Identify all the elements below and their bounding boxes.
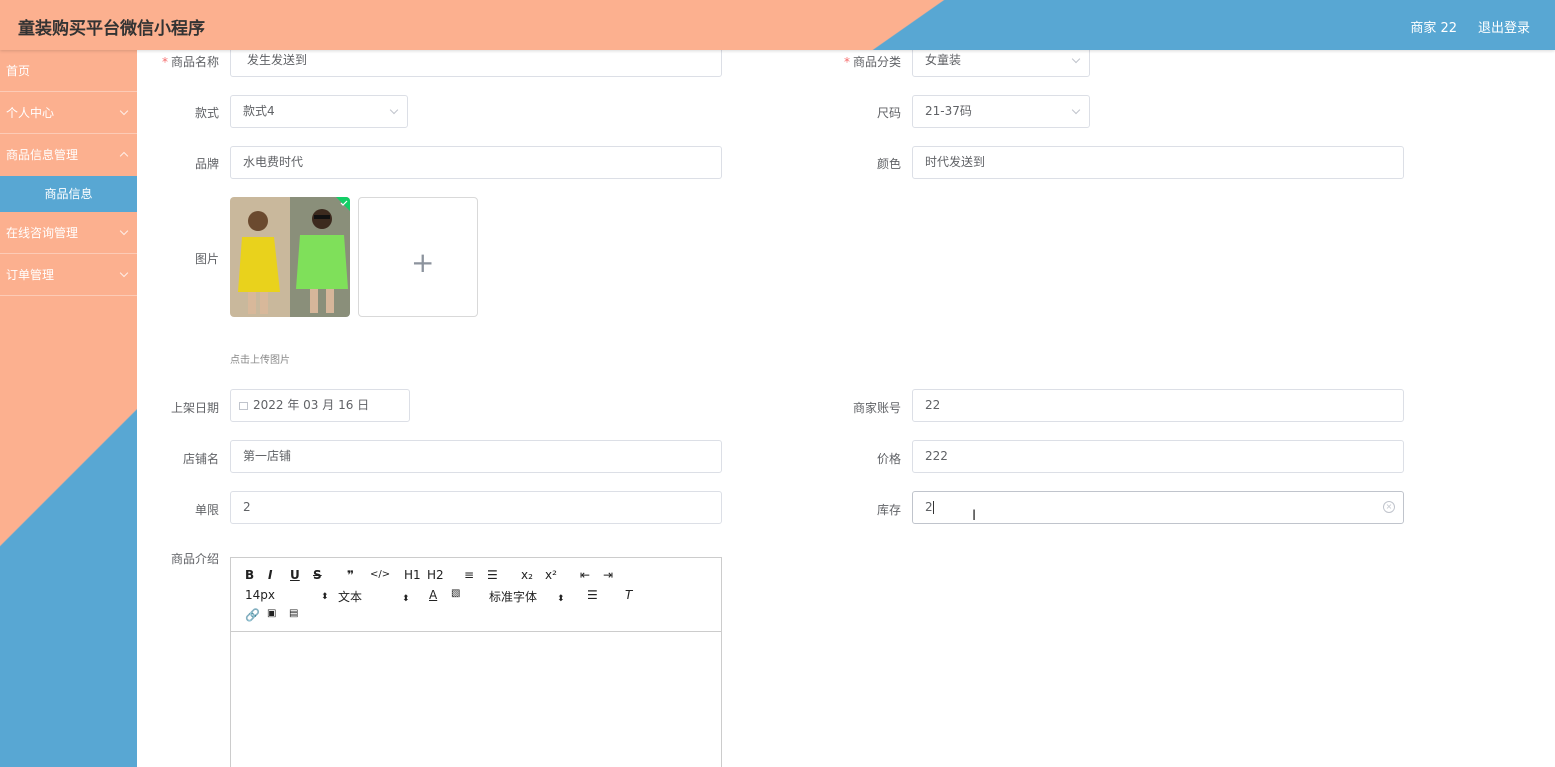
bold-button[interactable]: B: [245, 568, 254, 582]
plus-icon: +: [411, 246, 435, 279]
shop-name-input[interactable]: 第一店铺: [230, 440, 722, 473]
font-size-select[interactable]: 14px ⬍: [245, 588, 329, 602]
merchant-account-input[interactable]: 22: [912, 389, 1404, 422]
italic-button[interactable]: I: [268, 568, 272, 582]
sidebar-item-label: 在线咨询管理: [6, 226, 79, 240]
chevron-down-icon: [389, 105, 399, 115]
video-icon[interactable]: ▤: [289, 608, 298, 619]
chevron-down-icon: [1071, 54, 1081, 64]
clear-format-button[interactable]: T: [625, 588, 632, 602]
date-label: 上架日期: [170, 401, 219, 415]
add-image-button[interactable]: +: [358, 197, 478, 317]
ordered-list-button[interactable]: ≡: [464, 568, 474, 582]
sidebar-item-orders[interactable]: 订单管理: [0, 254, 137, 296]
indent-button[interactable]: ⇥: [603, 568, 613, 582]
logout-link[interactable]: 退出登录: [1478, 17, 1530, 36]
bullet-list-button[interactable]: ☰: [487, 568, 498, 582]
stock-label: 库存: [876, 503, 901, 517]
sidebar-item-label: 个人中心: [6, 106, 55, 120]
background-color-icon[interactable]: ▧: [451, 588, 460, 599]
color-input[interactable]: 时代发送到: [912, 146, 1404, 179]
chevron-down-icon: [119, 226, 129, 236]
sidebar-item-home[interactable]: 首页: [0, 50, 137, 92]
limit-label: 单限: [194, 503, 219, 517]
editor-toolbar: B I U S ❞ </> H1 H2 ≡ ☰ x₂ x² ⇤ ⇥ 14px ⬍ …: [231, 558, 721, 632]
top-header: 童装购买平台微信小程序 商家 22 退出登录: [0, 0, 1555, 50]
sidebar-item-product-info[interactable]: 商品信息: [0, 176, 137, 212]
image-icon[interactable]: ▣: [267, 608, 276, 619]
brand-input[interactable]: 水电费时代: [230, 146, 722, 179]
uploaded-product-image[interactable]: [230, 197, 350, 317]
category-label: * 商品分类: [843, 55, 901, 69]
product-form: * 商品名称 发生发送到 * 商品分类 女童装 款式 款式4 尺码 21-37码 品…: [137, 44, 1555, 767]
style-label: 款式: [194, 106, 219, 120]
purchase-limit-input[interactable]: 2: [230, 491, 722, 524]
brand-label: 品牌: [194, 157, 219, 171]
app-title: 童装购买平台微信小程序: [18, 19, 205, 39]
underline-button[interactable]: U: [290, 568, 300, 582]
shop-label: 店铺名: [182, 452, 219, 466]
sidebar-item-label: 订单管理: [6, 268, 55, 282]
strike-button[interactable]: S: [313, 568, 322, 582]
h2-button[interactable]: H2: [427, 568, 444, 582]
account-label: 商家账号: [852, 401, 901, 415]
price-input[interactable]: 222: [912, 440, 1404, 473]
block-type-select[interactable]: 文本 ⬍: [338, 588, 410, 605]
clear-icon[interactable]: ×: [1383, 501, 1395, 513]
chevron-down-icon: [119, 268, 129, 278]
superscript-button[interactable]: x²: [545, 568, 557, 582]
rich-text-editor[interactable]: B I U S ❞ </> H1 H2 ≡ ☰ x₂ x² ⇤ ⇥ 14px ⬍ …: [230, 557, 722, 767]
link-icon[interactable]: 🔗: [245, 608, 260, 622]
blockquote-button[interactable]: ❞: [347, 568, 354, 582]
stock-input[interactable]: 2 ×: [912, 491, 1404, 524]
current-user: 商家 22: [1410, 21, 1457, 36]
font-color-button[interactable]: A: [429, 588, 437, 602]
chevron-up-icon: [119, 151, 129, 161]
sidebar: 首页 个人中心 商品信息管理 商品信息 在线咨询管理 订单管理: [0, 50, 137, 767]
size-select[interactable]: 21-37码: [912, 95, 1090, 128]
style-select[interactable]: 款式4: [230, 95, 408, 128]
sidebar-item-label: 商品信息: [44, 187, 93, 201]
intro-label: 商品介绍: [170, 552, 219, 566]
h1-button[interactable]: H1: [404, 568, 421, 582]
calendar-icon: [239, 401, 248, 410]
align-button[interactable]: ☰: [587, 588, 598, 602]
product-photo: [230, 197, 350, 317]
size-label: 尺码: [876, 106, 901, 120]
image-label: 图片: [194, 252, 219, 266]
listing-date-picker[interactable]: 2022 年 03 月 16 日: [230, 389, 410, 422]
upload-tip: 点击上传图片: [230, 355, 290, 366]
sidebar-item-product-management[interactable]: 商品信息管理: [0, 134, 137, 176]
sidebar-item-label: 首页: [6, 64, 31, 78]
font-family-select[interactable]: 标准字体 ⬍: [489, 588, 565, 605]
chevron-down-icon: [119, 106, 129, 116]
name-label: * 商品名称: [161, 55, 219, 69]
price-label: 价格: [876, 452, 901, 466]
sidebar-item-label: 商品信息管理: [6, 148, 79, 162]
sidebar-item-personal-center[interactable]: 个人中心: [0, 92, 137, 134]
text-cursor-icon: I: [972, 508, 977, 524]
sidebar-item-consultation[interactable]: 在线咨询管理: [0, 212, 137, 254]
color-label: 颜色: [876, 157, 901, 171]
subscript-button[interactable]: x₂: [521, 568, 533, 582]
chevron-down-icon: [1071, 105, 1081, 115]
code-button[interactable]: </>: [370, 569, 390, 580]
outdent-button[interactable]: ⇤: [580, 568, 590, 582]
